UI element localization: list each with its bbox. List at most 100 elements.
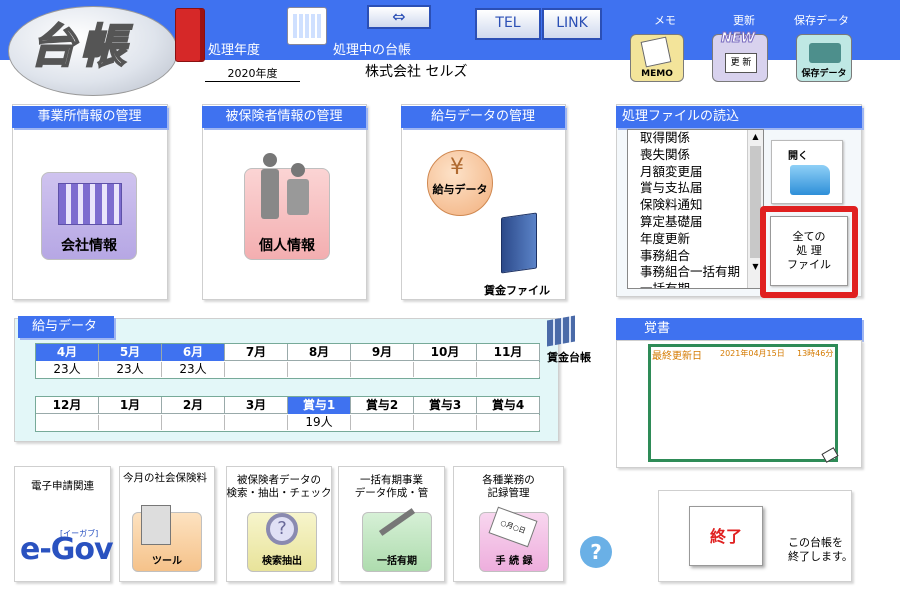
- salary-month-button[interactable]: 賞与4: [477, 397, 540, 414]
- search-tool-label: 被保険者データの 検索・抽出・チェック: [226, 474, 332, 499]
- salary-month-button[interactable]: 10月: [414, 344, 477, 361]
- salary-month-button[interactable]: 4月: [36, 344, 99, 361]
- salary-month-button[interactable]: 11月: [477, 344, 540, 361]
- file-list-item[interactable]: 保険料通知: [628, 197, 763, 214]
- salary-month-count: 23人: [162, 362, 225, 377]
- wage-ledger-caption: 賃金台帳: [547, 351, 591, 364]
- ledger-label: 処理中の台帳: [333, 43, 412, 58]
- folder-icon: [790, 165, 830, 195]
- salary-month-button[interactable]: 2月: [162, 397, 225, 414]
- salary-month-count: [351, 362, 414, 377]
- salary-month-count: [414, 415, 477, 430]
- salary-month-button[interactable]: 8月: [288, 344, 351, 361]
- memo-button[interactable]: MEMO: [630, 34, 684, 82]
- file-items: 取得関係 喪失関係 月額変更届 賞与支払届 保険料通知 算定基礎届 年度更新 事務組合 事務組合…: [628, 130, 763, 288]
- company-info-caption: 会社情報: [61, 238, 117, 254]
- file-panel-title: 処理ファイルの読込: [616, 106, 862, 128]
- wage-file-caption: 賃金ファイル: [484, 284, 550, 297]
- file-list-item[interactable]: 事務組合一括有期: [628, 264, 763, 281]
- search-tool-pic: ? 検索抽出: [247, 512, 317, 572]
- personal-info-button[interactable]: 個人情報: [244, 153, 330, 260]
- salary-month-count: [477, 415, 540, 430]
- wage-file-button[interactable]: [497, 212, 543, 275]
- insurance-tool-label: 今月の社会保険料: [123, 472, 207, 484]
- egov-tool-label: 電子申請関連: [31, 480, 94, 492]
- salary-month-button[interactable]: 6月: [162, 344, 225, 361]
- wage-ledger-button[interactable]: [543, 315, 579, 347]
- insured-panel-title: 被保険者情報の管理: [202, 106, 366, 128]
- salary-month-count: [288, 362, 351, 377]
- salary-month-count: [99, 415, 162, 430]
- salary-month-button[interactable]: 7月: [225, 344, 288, 361]
- salary-month-button[interactable]: 5月: [99, 344, 162, 361]
- fiscal-year-label: 処理年度: [208, 43, 261, 58]
- calendar-icon: [287, 7, 327, 45]
- search-tool-caption: 検索抽出: [262, 556, 302, 567]
- salary-month-button[interactable]: 12月: [36, 397, 99, 414]
- exit-button[interactable]: 終了: [689, 506, 763, 566]
- open-file-button[interactable]: 開く: [771, 140, 843, 204]
- memo-top-label: メモ: [654, 14, 676, 27]
- file-list-item[interactable]: 月額変更届: [628, 164, 763, 181]
- pickaxe-icon: [378, 508, 416, 536]
- save-data-button[interactable]: 保存データ: [796, 34, 852, 82]
- app-logo-text: 台帳: [29, 18, 130, 74]
- ledger-binders-icon: [547, 315, 575, 347]
- salary-month-button[interactable]: 賞与2: [351, 397, 414, 414]
- salary-month-button[interactable]: 賞与1: [288, 397, 351, 414]
- book-icon: [175, 8, 205, 62]
- salary-data-button[interactable]: ¥ 給与データ: [427, 150, 493, 216]
- record-tool-label: 各種業務の 記録管理: [482, 474, 535, 499]
- file-list-item[interactable]: 喪失関係: [628, 147, 763, 164]
- lump-tool-caption: 一括有期: [377, 556, 417, 567]
- salary-data-caption: 給与データ: [432, 183, 488, 196]
- salary-month-count: 23人: [99, 362, 162, 377]
- last-updated-label: 最終更新日: [652, 351, 702, 362]
- switch-ledger-button[interactable]: ⇔: [367, 5, 431, 29]
- open-label: 開く: [788, 151, 808, 162]
- update-new-badge: NEW: [720, 31, 756, 47]
- record-tool-caption: 手 続 録: [495, 556, 533, 567]
- salary-month-count: [162, 415, 225, 430]
- salary-month-button[interactable]: 賞与3: [414, 397, 477, 414]
- lump-tool-label: 一括有期事業 データ作成・管: [354, 474, 429, 499]
- file-list-item[interactable]: 年度更新: [628, 231, 763, 248]
- all-files-button[interactable]: 全ての処 理ファイル: [770, 216, 848, 286]
- last-updated-time: 13時46分: [797, 349, 834, 358]
- update-button[interactable]: NEW 更 新: [712, 31, 768, 82]
- scroll-up-icon[interactable]: ▲: [748, 130, 763, 144]
- notebook-icon: ○月○日: [488, 506, 538, 548]
- link-button[interactable]: LINK: [542, 8, 602, 40]
- file-list-item[interactable]: 事務組合: [628, 248, 763, 265]
- last-updated-date: 2021年04月15日: [720, 349, 785, 358]
- swap-arrows-icon: ⇔: [392, 7, 406, 26]
- all-files-label: 全ての処 理ファイル: [787, 230, 831, 271]
- file-list-item[interactable]: 一括有期: [628, 281, 763, 288]
- salary-month-count: [225, 362, 288, 377]
- update-top-label: 更新: [733, 14, 755, 27]
- magnifier-icon: ?: [266, 513, 298, 545]
- salary-grid-title: 給与データ: [18, 316, 114, 338]
- salary-month-count: [477, 362, 540, 377]
- company-info-button[interactable]: 会社情報: [41, 172, 137, 260]
- office-panel-title: 事業所情報の管理: [12, 106, 167, 128]
- fiscal-year-value: 2020年度: [205, 65, 300, 82]
- salary-month-button[interactable]: 9月: [351, 344, 414, 361]
- salary-month-count: [351, 415, 414, 430]
- salary-month-button[interactable]: 3月: [225, 397, 288, 414]
- salary-month-count: [414, 362, 477, 377]
- egov-sub: [イーガブ]: [60, 529, 99, 538]
- salary-month-count: [225, 415, 288, 430]
- building-icon: [58, 183, 122, 225]
- file-list-item[interactable]: 算定基礎届: [628, 214, 763, 231]
- tel-button[interactable]: TEL: [475, 8, 541, 40]
- yen-icon: ¥: [450, 155, 464, 180]
- salary-month-count: 23人: [36, 362, 99, 377]
- file-list-item[interactable]: 賞与支払届: [628, 180, 763, 197]
- help-button[interactable]: ?: [580, 536, 612, 568]
- file-list-item[interactable]: 取得関係: [628, 130, 763, 147]
- memo-caption: MEMO: [641, 69, 673, 79]
- file-list[interactable]: 取得関係 喪失関係 月額変更届 賞与支払届 保険料通知 算定基礎届 年度更新 事務組合 事務組合…: [627, 129, 764, 289]
- salary-panel-title: 給与データの管理: [401, 106, 565, 128]
- salary-month-button[interactable]: 1月: [99, 397, 162, 414]
